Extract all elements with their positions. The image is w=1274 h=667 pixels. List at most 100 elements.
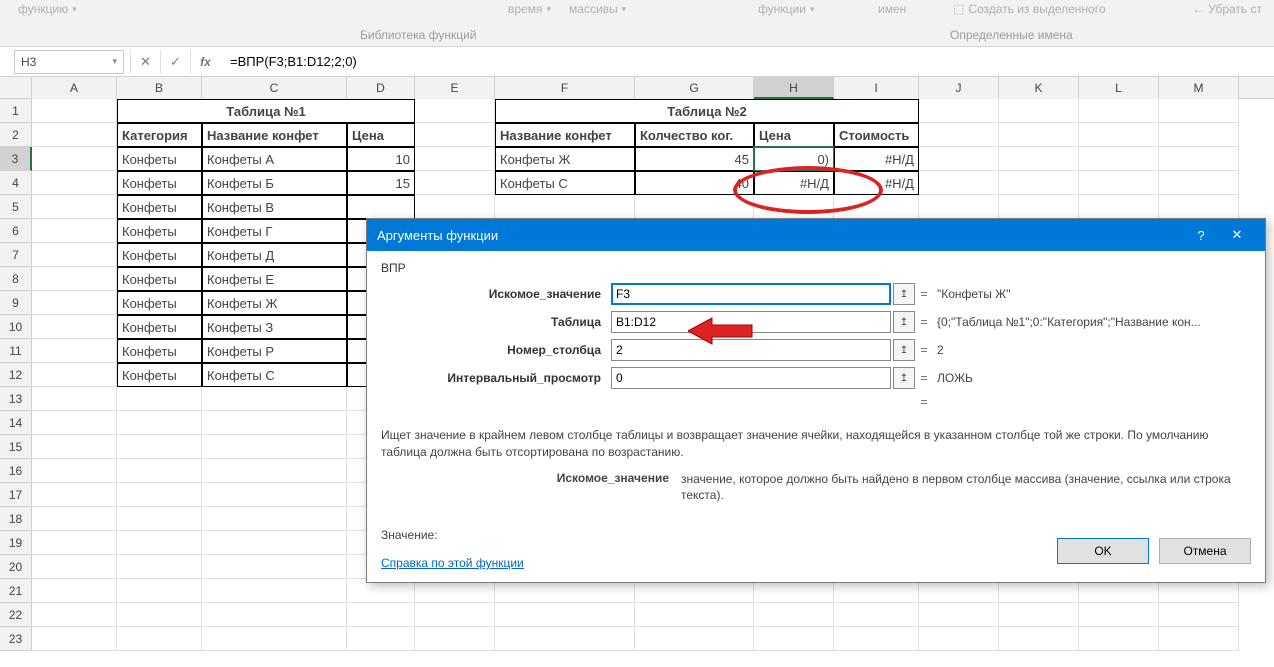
cell[interactable] bbox=[117, 387, 202, 411]
cell[interactable]: Конфеты Д bbox=[202, 243, 347, 267]
cell[interactable]: Конфеты С bbox=[495, 171, 635, 195]
cell[interactable] bbox=[202, 435, 347, 459]
cell[interactable]: Конфеты С bbox=[202, 363, 347, 387]
cell[interactable] bbox=[834, 603, 919, 627]
cell[interactable] bbox=[32, 315, 117, 339]
cell[interactable] bbox=[202, 531, 347, 555]
col-header[interactable]: K bbox=[999, 77, 1079, 99]
cell[interactable] bbox=[32, 627, 117, 651]
cell[interactable] bbox=[415, 603, 495, 627]
cell[interactable] bbox=[999, 99, 1079, 123]
cell[interactable]: Конфеты bbox=[117, 195, 202, 219]
cell[interactable] bbox=[919, 603, 999, 627]
range-select-icon[interactable]: ↥ bbox=[893, 339, 915, 361]
row-header[interactable]: 19 bbox=[0, 531, 32, 555]
row-header[interactable]: 1 bbox=[0, 99, 32, 123]
cell[interactable] bbox=[32, 387, 117, 411]
ribbon-item[interactable]: время▾ bbox=[500, 0, 559, 18]
col-header[interactable]: C bbox=[202, 77, 347, 99]
range-select-icon[interactable]: ↥ bbox=[893, 367, 915, 389]
cell[interactable] bbox=[32, 195, 117, 219]
col-header[interactable]: H bbox=[754, 77, 834, 99]
cell[interactable] bbox=[202, 483, 347, 507]
cell[interactable]: Конфеты Б bbox=[202, 171, 347, 195]
cell[interactable] bbox=[1159, 627, 1239, 651]
cell[interactable]: Название конфет bbox=[495, 123, 635, 147]
cell[interactable] bbox=[202, 627, 347, 651]
col-header[interactable]: M bbox=[1159, 77, 1239, 99]
row-header[interactable]: 9 bbox=[0, 291, 32, 315]
cell[interactable] bbox=[919, 147, 999, 171]
cell[interactable] bbox=[999, 195, 1079, 219]
row-header[interactable]: 11 bbox=[0, 339, 32, 363]
cell[interactable]: Колчество ког. bbox=[635, 123, 754, 147]
row-header[interactable]: 16 bbox=[0, 459, 32, 483]
row-header[interactable]: 18 bbox=[0, 507, 32, 531]
row-header[interactable]: 15 bbox=[0, 435, 32, 459]
cell[interactable] bbox=[32, 507, 117, 531]
row-header[interactable]: 8 bbox=[0, 267, 32, 291]
cell[interactable] bbox=[117, 411, 202, 435]
cell[interactable]: Конфеты bbox=[117, 267, 202, 291]
arg-input[interactable] bbox=[611, 283, 891, 305]
cell[interactable] bbox=[919, 195, 999, 219]
cell[interactable] bbox=[32, 483, 117, 507]
row-header[interactable]: 7 bbox=[0, 243, 32, 267]
cell[interactable] bbox=[999, 627, 1079, 651]
cell[interactable] bbox=[347, 603, 415, 627]
cell[interactable] bbox=[1159, 195, 1239, 219]
cell[interactable] bbox=[117, 531, 202, 555]
formula-accept-icon[interactable]: ✓ bbox=[160, 50, 190, 74]
cell[interactable]: Конфеты bbox=[117, 291, 202, 315]
ribbon-create-from-selection[interactable]: ⬚ Создать из выделенного bbox=[945, 0, 1114, 18]
dialog-titlebar[interactable]: Аргументы функции ? ✕ bbox=[367, 219, 1265, 251]
cell[interactable] bbox=[32, 531, 117, 555]
cancel-button[interactable]: Отмена bbox=[1159, 538, 1251, 564]
cell[interactable] bbox=[919, 627, 999, 651]
cell[interactable]: Конфеты bbox=[117, 363, 202, 387]
cell[interactable] bbox=[999, 147, 1079, 171]
ribbon-item[interactable]: функции▾ bbox=[750, 0, 822, 18]
ok-button[interactable]: OK bbox=[1057, 538, 1149, 564]
cell[interactable]: Таблица №2 bbox=[495, 99, 919, 123]
cell[interactable]: Название конфет bbox=[202, 123, 347, 147]
cell[interactable] bbox=[202, 603, 347, 627]
cell[interactable] bbox=[32, 147, 117, 171]
range-select-icon[interactable]: ↥ bbox=[893, 311, 915, 333]
cell[interactable] bbox=[117, 603, 202, 627]
col-header[interactable]: D bbox=[347, 77, 415, 99]
cell[interactable]: 15 bbox=[347, 171, 415, 195]
row-header[interactable]: 5 bbox=[0, 195, 32, 219]
cell[interactable]: Конфеты Р bbox=[202, 339, 347, 363]
cell[interactable] bbox=[32, 99, 117, 123]
cell[interactable] bbox=[754, 195, 834, 219]
cell[interactable] bbox=[1159, 147, 1239, 171]
cell[interactable] bbox=[495, 627, 635, 651]
cell[interactable] bbox=[202, 555, 347, 579]
name-box-dropdown-icon[interactable]: ▾ bbox=[112, 56, 117, 67]
col-header[interactable]: F bbox=[495, 77, 635, 99]
col-header[interactable]: G bbox=[635, 77, 754, 99]
cell[interactable] bbox=[415, 627, 495, 651]
row-header[interactable]: 14 bbox=[0, 411, 32, 435]
cell[interactable]: Конфеты bbox=[117, 171, 202, 195]
cell[interactable] bbox=[32, 171, 117, 195]
row-header[interactable]: 23 bbox=[0, 627, 32, 651]
cell[interactable] bbox=[1159, 99, 1239, 123]
col-header[interactable]: L bbox=[1079, 77, 1159, 99]
cell[interactable] bbox=[1159, 603, 1239, 627]
name-box[interactable]: H3 ▾ bbox=[14, 50, 124, 74]
cell[interactable] bbox=[999, 123, 1079, 147]
row-header[interactable]: 12 bbox=[0, 363, 32, 387]
col-header[interactable]: I bbox=[834, 77, 919, 99]
cell[interactable] bbox=[117, 627, 202, 651]
cell[interactable] bbox=[32, 339, 117, 363]
cell[interactable]: Стоимость bbox=[834, 123, 919, 147]
cell[interactable] bbox=[32, 555, 117, 579]
cell[interactable] bbox=[117, 555, 202, 579]
cell[interactable] bbox=[1159, 123, 1239, 147]
cell[interactable] bbox=[32, 243, 117, 267]
cell[interactable] bbox=[32, 603, 117, 627]
cell[interactable] bbox=[117, 483, 202, 507]
cell[interactable]: 40 bbox=[635, 171, 754, 195]
